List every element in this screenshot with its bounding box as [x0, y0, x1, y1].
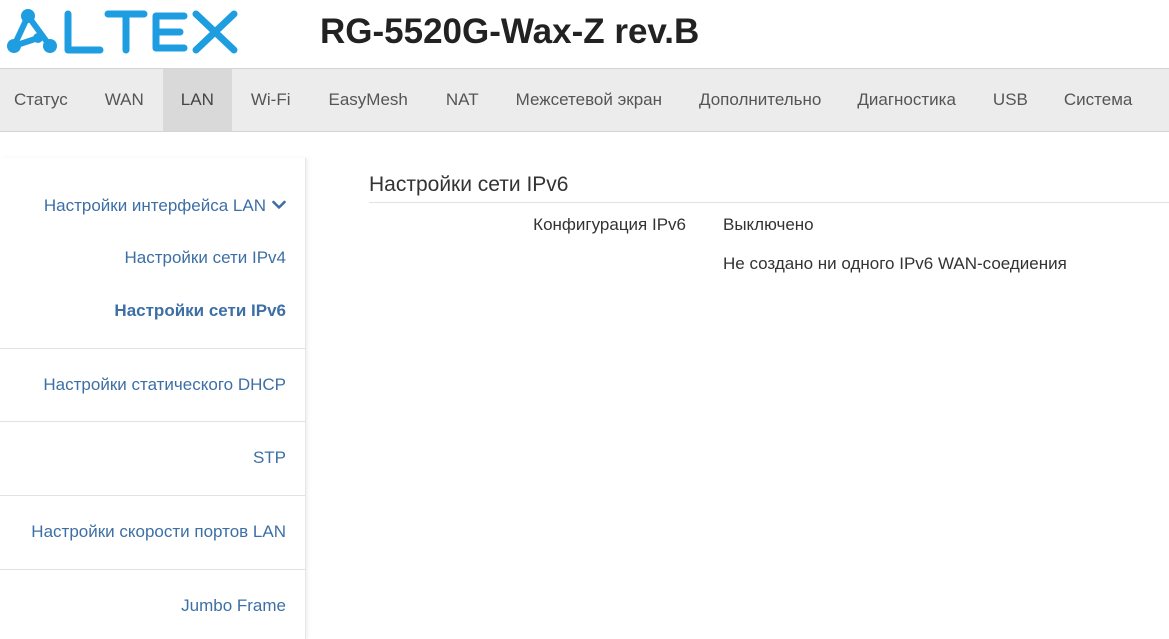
sidebar-divider: [0, 569, 306, 570]
tab-diagnostics[interactable]: Диагностика: [839, 69, 975, 131]
sidebar-item-jumbo-frame[interactable]: Jumbo Frame: [181, 596, 286, 616]
tab-wan[interactable]: WAN: [83, 69, 163, 131]
tab-system[interactable]: Система: [1046, 69, 1142, 131]
sidebar-item-ipv4[interactable]: Настройки сети IPv4: [125, 248, 287, 268]
sidebar-divider: [0, 348, 306, 349]
sidebar-item-static-dhcp[interactable]: Настройки статического DHCP: [43, 375, 286, 395]
sidebar-item-lan-port-speed[interactable]: Настройки скорости портов LAN: [31, 522, 286, 542]
title-divider: [369, 202, 1169, 203]
ipv6-config-label: Конфигурация IPv6: [533, 215, 686, 234]
eltex-logo[interactable]: [4, 6, 244, 58]
ipv6-wan-note: Не создано ни одного IPv6 WAN-соедиения: [723, 254, 1067, 273]
tab-lan[interactable]: LAN: [162, 69, 232, 131]
tab-advanced[interactable]: Дополнительно: [680, 69, 839, 131]
tab-status[interactable]: Статус: [0, 69, 83, 131]
device-model-title: RG-5520G-Wax-Z rev.B: [320, 12, 700, 51]
chevron-down-icon: [272, 195, 286, 215]
tab-wifi[interactable]: Wi-Fi: [232, 69, 310, 131]
tab-nat[interactable]: NAT: [427, 69, 498, 131]
tab-usb[interactable]: USB: [975, 69, 1046, 131]
tab-easymesh[interactable]: EasyMesh: [310, 69, 427, 131]
header: RG-5520G-Wax-Z rev.B: [0, 0, 1169, 68]
ipv6-config-value: Выключено: [723, 215, 814, 234]
sidebar-group-lan-interface[interactable]: Настройки интерфейса LAN: [44, 196, 286, 216]
sidebar-divider: [0, 495, 306, 496]
sidebar-item-ipv6[interactable]: Настройки сети IPv6: [114, 301, 286, 321]
sidebar-group-label: Настройки интерфейса LAN: [43, 196, 266, 215]
page-title: Настройки сети IPv6: [369, 173, 569, 196]
sidebar-divider: [0, 421, 306, 422]
sidebar: Настройки интерфейса LAN Настройки сети …: [0, 158, 306, 639]
sidebar-item-stp[interactable]: STP: [253, 448, 286, 468]
tab-firewall[interactable]: Межсетевой экран: [498, 69, 680, 131]
top-navigation: Статус WAN LAN Wi-Fi EasyMesh NAT Межсет…: [0, 68, 1169, 132]
